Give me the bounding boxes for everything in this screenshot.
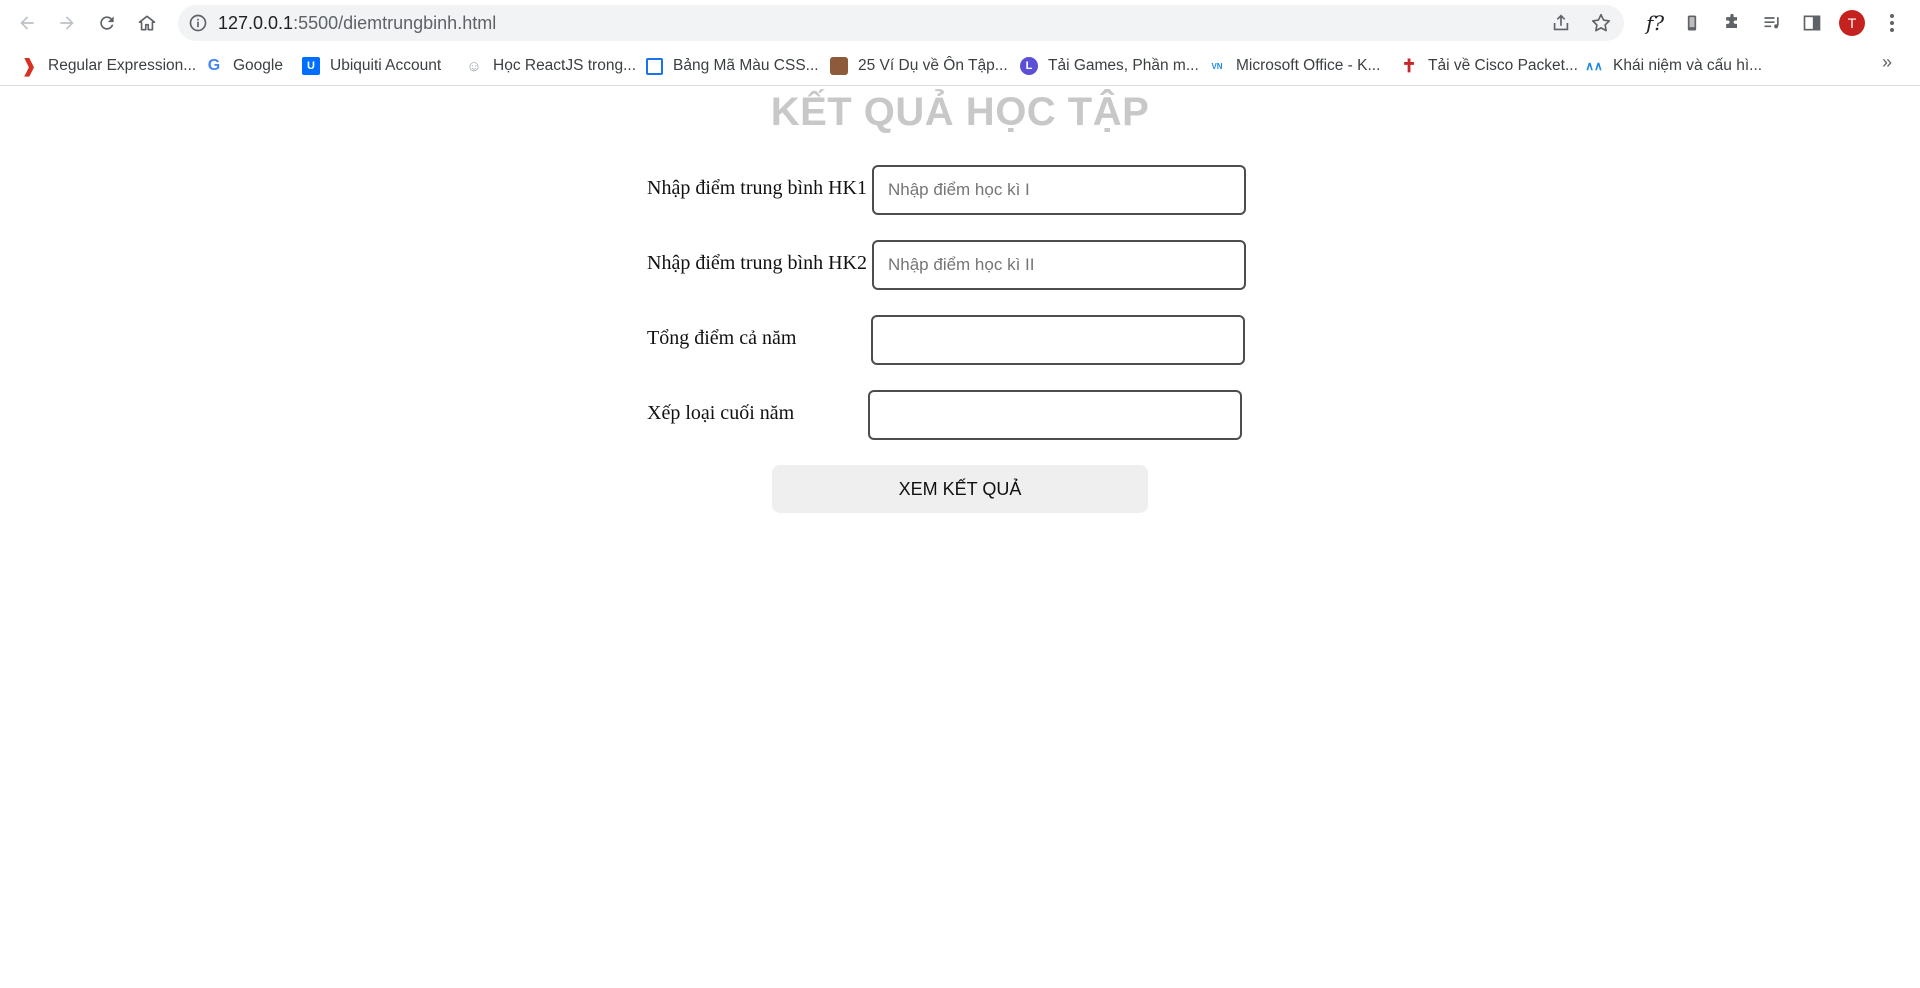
l-circle-icon: L <box>1020 57 1038 75</box>
bookmark-label: Bảng Mã Màu CSS... <box>673 57 819 74</box>
bookmark-google[interactable]: G Google <box>205 54 283 78</box>
bookmark-reactjs[interactable]: ☺ Học ReactJS trong... <box>465 54 636 78</box>
hk2-label: Nhập điểm trung bình HK2 <box>647 252 867 274</box>
arrow-right-icon <box>60 16 74 30</box>
bookmark-label: Microsoft Office - K... <box>1236 57 1381 74</box>
bookmark-css-colors[interactable]: Bảng Mã Màu CSS... <box>646 54 819 78</box>
address-bar[interactable]: 127.0.0.1:5500/diemtrungbinh.html <box>178 5 1624 41</box>
side-panel-icon[interactable] <box>1800 11 1824 35</box>
view-result-button[interactable]: XEM KẾT QUẢ <box>772 465 1148 513</box>
total-score-label: Tổng điểm cả năm <box>647 327 797 349</box>
vn-zoom-icon: VN <box>1211 61 1223 71</box>
ranking-input[interactable] <box>868 390 1242 440</box>
bookmark-label: Regular Expression... <box>48 57 197 74</box>
face-sketch-icon: ☺ <box>466 57 482 75</box>
bookmark-regex[interactable]: ❱ Regular Expression... <box>20 54 196 78</box>
url-path: :5500/diemtrungbinh.html <box>293 13 497 33</box>
share-icon[interactable] <box>1550 12 1572 34</box>
home-icon <box>138 15 156 31</box>
total-score-input[interactable] <box>871 315 1245 365</box>
bookmark-cisco-packet[interactable]: ✝ Tải về Cisco Packet... <box>1400 54 1578 78</box>
bookmark-label: Tải Games, Phần m... <box>1048 57 1199 74</box>
table-icon <box>646 57 663 75</box>
star-icon[interactable] <box>1590 12 1612 34</box>
google-icon: G <box>207 57 221 74</box>
arrow-left-icon <box>20 16 34 30</box>
browser-toolbar: 127.0.0.1:5500/diemtrungbinh.html f? T <box>0 0 1920 46</box>
url-host: 127.0.0.1 <box>218 13 294 33</box>
bookmark-label: Ubiquiti Account <box>330 57 442 74</box>
vnpro-icon: ∧∧ <box>1585 59 1603 73</box>
reload-button[interactable] <box>91 7 123 39</box>
back-button[interactable] <box>11 7 43 39</box>
hk2-input[interactable] <box>872 240 1246 290</box>
media-queue-icon[interactable] <box>1760 11 1784 35</box>
menu-kebab-icon[interactable] <box>1880 11 1904 35</box>
extensions-puzzle-icon[interactable] <box>1720 11 1744 35</box>
bookmark-25-vi-du[interactable]: 25 Ví Dụ về Ôn Tập... <box>830 54 1008 78</box>
hk1-input[interactable] <box>872 165 1246 215</box>
bookmark-label: Google <box>233 57 283 74</box>
bookmarks-overflow-icon[interactable]: » <box>1882 52 1892 73</box>
formula-extension-icon[interactable]: f? <box>1640 11 1670 35</box>
bookmark-tai-games[interactable]: L Tải Games, Phần m... <box>1020 54 1199 78</box>
url-text: 127.0.0.1:5500/diemtrungbinh.html <box>218 13 496 34</box>
bookmark-khai-niem[interactable]: ∧∧ Khái niệm và cấu hì... <box>1585 54 1762 78</box>
bookmark-label: Khái niệm và cấu hì... <box>1613 57 1763 74</box>
site-info-icon[interactable] <box>188 13 208 33</box>
portrait-icon <box>830 57 848 75</box>
reload-icon <box>100 16 114 30</box>
bookmarks-bar: ❱ Regular Expression... G Google U Ubiqu… <box>0 46 1920 86</box>
cross-icon: ✝ <box>1401 55 1417 76</box>
bookmark-microsoft-office[interactable]: VN Microsoft Office - K... <box>1208 54 1380 78</box>
forward-button[interactable] <box>51 7 83 39</box>
regex-icon: ❱ <box>21 55 37 76</box>
bookmark-label: Tải về Cisco Packet... <box>1428 57 1578 74</box>
home-button[interactable] <box>131 7 163 39</box>
phone-extension-icon[interactable] <box>1680 11 1704 35</box>
bookmark-label: 25 Ví Dụ về Ôn Tập... <box>858 57 1008 74</box>
ubiquiti-icon: U <box>302 57 320 75</box>
bookmark-label: Học ReactJS trong... <box>493 57 637 74</box>
ranking-label: Xếp loại cuối năm <box>647 402 795 424</box>
profile-avatar[interactable]: T <box>1839 10 1865 36</box>
hk1-label: Nhập điểm trung bình HK1 <box>647 177 867 199</box>
page-title: KẾT QUẢ HỌC TẬP <box>770 90 1150 134</box>
bookmark-ubiquiti[interactable]: U Ubiquiti Account <box>302 54 441 78</box>
